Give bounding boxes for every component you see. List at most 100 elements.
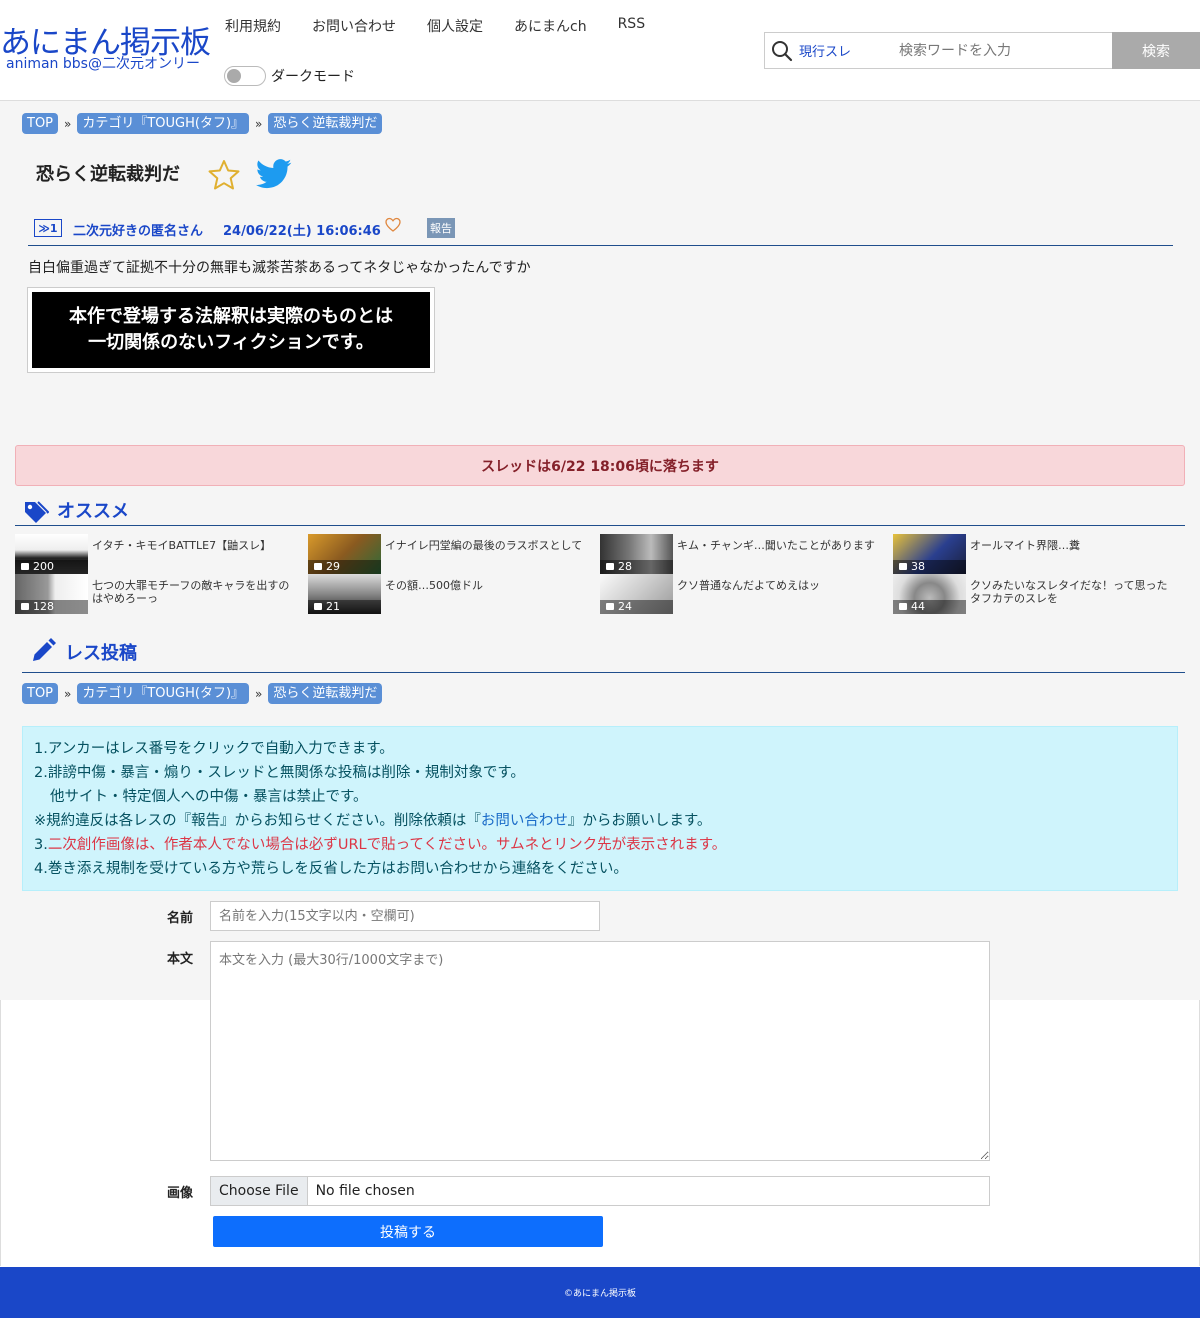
nav-contact[interactable]: お問い合わせ	[312, 16, 396, 36]
submit-button[interactable]: 投稿する	[213, 1216, 603, 1247]
dark-mode-label: ダークモード	[271, 69, 355, 85]
image-label: 画像	[167, 1186, 194, 1201]
favorite-star-icon[interactable]	[207, 159, 241, 195]
recommend-link[interactable]: その額…500億ドル	[385, 579, 590, 592]
post-image[interactable]: 本作で登場する法解釈は実際のものとは 一切関係のないフィクションです。	[27, 287, 435, 373]
recommend-thumbnail[interactable]: 24	[600, 574, 673, 614]
like-heart-icon[interactable]	[385, 217, 401, 237]
post-header: ≫1 二次元好きの匿名さん 24/06/22(土) 16:06:46 報告	[28, 216, 1173, 246]
reply-count: 29	[308, 560, 381, 574]
copyright: ©あにまん掲示板	[563, 1289, 636, 1299]
thread-title: 恐らく逆転裁判だ	[36, 164, 180, 185]
name-label: 名前	[167, 911, 194, 926]
recommend-item[interactable]: 21 その額…500億ドル	[308, 574, 593, 614]
post-image-text-2: 一切関係のないフィクションです。	[88, 332, 374, 353]
recommend-thumbnail[interactable]: 200	[15, 534, 88, 574]
search-input[interactable]	[899, 35, 1113, 66]
dark-mode-switch[interactable]	[224, 66, 266, 86]
body-textarea[interactable]	[210, 941, 990, 1161]
recommend-link[interactable]: オールマイト界隈…糞	[970, 539, 1175, 552]
rule-line: ※規約違反は各レスの『報告』からお知らせください。削除依頼は『お問い合わせ』から…	[34, 809, 1166, 833]
rule-warning: 二次創作画像は、作者本人でない場合は必ずURLで貼ってください。サムネとリンク先…	[47, 837, 727, 853]
logo-subtitle: animan bbs@二次元オンリー	[6, 56, 200, 72]
recommend-thumbnail[interactable]: 44	[893, 574, 966, 614]
recommend-link[interactable]: クソ普通なんだよてめえはッ	[677, 579, 882, 592]
nav-settings[interactable]: 個人設定	[427, 16, 483, 36]
search-button[interactable]: 検索	[1112, 32, 1200, 69]
recommend-link[interactable]: キム・チャンギ…聞いたことがあります	[677, 539, 882, 552]
rule-line: 2.誹謗中傷・暴言・煽り・スレッドと無関係な投稿は削除・規制対象です。	[34, 765, 525, 781]
post-image-content: 本作で登場する法解釈は実際のものとは 一切関係のないフィクションです。	[32, 292, 430, 368]
reply-count: 38	[893, 560, 966, 574]
rule-text: ※規約違反は各レスの『報告』からお知らせください。削除依頼は『	[34, 813, 481, 829]
reply-section-header: レス投稿	[22, 636, 1185, 673]
nav-terms[interactable]: 利用規約	[225, 16, 281, 36]
rule-line: 4.巻き添え規制を受けている方や荒らしを反省した方はお問い合わせから連絡をくださ…	[34, 861, 628, 877]
file-status: No file chosen	[315, 1183, 415, 1199]
search-scope-select[interactable]: 現行スレ	[799, 41, 899, 60]
name-field[interactable]	[210, 901, 600, 931]
twitter-share-icon[interactable]	[255, 159, 292, 193]
recommend-item[interactable]: 29 イナイレ円堂編の最後のラスボスとして	[308, 534, 593, 574]
recommend-item[interactable]: 24 クソ普通なんだよてめえはッ	[600, 574, 885, 614]
breadcrumb-category[interactable]: カテゴリ『TOUGH(タフ)』	[77, 683, 250, 704]
choose-file-button[interactable]: Choose File	[211, 1177, 308, 1205]
poster-name: 二次元好きの匿名さん	[73, 224, 204, 239]
breadcrumb-category[interactable]: カテゴリ『TOUGH(タフ)』	[77, 113, 250, 134]
image-file-input[interactable]: Choose File No file chosen	[210, 1176, 990, 1206]
recommend-link[interactable]: クソみたいなスレタイだな！って思ったタフカテのスレを	[970, 579, 1175, 605]
breadcrumb-thread[interactable]: 恐らく逆転裁判だ	[268, 113, 383, 134]
breadcrumb-separator: »	[64, 686, 72, 701]
recommend-item[interactable]: 28 キム・チャンギ…聞いたことがあります	[600, 534, 885, 574]
search-bar: 現行スレ 検索	[764, 32, 1200, 69]
posting-rules: 1.アンカーはレス番号をクリックで自動入力できます。 2.誹謗中傷・暴言・煽り・…	[22, 726, 1178, 891]
dark-mode-toggle[interactable]: ダークモード	[224, 66, 355, 86]
breadcrumb-separator: »	[255, 116, 263, 131]
recommend-item[interactable]: 128 七つの大罪モチーフの敵キャラを出すのはやめろーっ	[15, 574, 300, 614]
res-number[interactable]: ≫1	[34, 219, 62, 237]
recommend-title: オススメ	[57, 501, 129, 522]
reply-title: レス投稿	[65, 643, 137, 664]
breadcrumb-separator: »	[255, 686, 263, 701]
breadcrumb-separator: »	[64, 116, 72, 131]
reply-count: 128	[15, 600, 88, 614]
report-button[interactable]: 報告	[427, 218, 455, 238]
reply-count: 28	[600, 560, 673, 574]
breadcrumb-bottom: TOP » カテゴリ『TOUGH(タフ)』 » 恐らく逆転裁判だ	[22, 683, 383, 704]
reply-count: 21	[308, 600, 381, 614]
breadcrumb-thread[interactable]: 恐らく逆転裁判だ	[268, 683, 383, 704]
recommend-item[interactable]: 44 クソみたいなスレタイだな！って思ったタフカテのスレを	[893, 574, 1178, 614]
thread-expiry-alert: スレッドは6/22 18:06頃に落ちます	[15, 445, 1185, 486]
breadcrumb-top[interactable]: TOP	[22, 113, 59, 134]
recommend-item[interactable]: 38 オールマイト界隈…糞	[893, 534, 1178, 574]
logo-title[interactable]: あにまん掲示板	[0, 26, 211, 60]
reply-count: 44	[893, 600, 966, 614]
recommend-link[interactable]: イナイレ円堂編の最後のラスボスとして	[385, 539, 590, 552]
rule-line: 3.二次創作画像は、作者本人でない場合は必ずURLで貼ってください。サムネとリン…	[34, 833, 1166, 857]
site-header: あにまん掲示板 animan bbs@二次元オンリー 利用規約 お問い合わせ 個…	[0, 0, 1200, 100]
recommend-item[interactable]: 200 イタチ・キモイBATTLE7【鼬スレ】	[15, 534, 300, 574]
rule-line: 1.アンカーはレス番号をクリックで自動入力できます。	[34, 741, 394, 757]
rule-line: 他サイト・特定個人への中傷・暴言は禁止です。	[50, 789, 368, 805]
recommend-thumbnail[interactable]: 21	[308, 574, 381, 614]
recommend-thumbnail[interactable]: 38	[893, 534, 966, 574]
body-label: 本文	[167, 952, 194, 967]
nav-rss[interactable]: RSS	[618, 16, 646, 36]
breadcrumb: TOP » カテゴリ『TOUGH(タフ)』 » 恐らく逆転裁判だ	[22, 113, 383, 134]
recommend-link[interactable]: イタチ・キモイBATTLE7【鼬スレ】	[92, 539, 297, 552]
pencil-icon	[30, 638, 56, 668]
site-logo[interactable]: あにまん掲示板 animan bbs@二次元オンリー	[0, 26, 211, 72]
recommend-thumbnail[interactable]: 29	[308, 534, 381, 574]
rule-number: 3.	[34, 837, 48, 853]
post-date: 24/06/22(土) 16:06:46	[223, 224, 381, 239]
breadcrumb-top[interactable]: TOP	[22, 683, 59, 704]
recommend-link[interactable]: 七つの大罪モチーフの敵キャラを出すのはやめろーっ	[92, 579, 297, 605]
nav-animanch[interactable]: あにまんch	[514, 16, 587, 36]
reply-count: 200	[15, 560, 88, 574]
post-body: 自白偏重過ぎて証拠不十分の無罪も滅茶苦茶あるってネタじゃなかったんですか	[28, 260, 531, 276]
tag-icon	[23, 500, 50, 528]
recommend-thumbnail[interactable]: 28	[600, 534, 673, 574]
contact-link[interactable]: お問い合わせ	[481, 813, 568, 829]
recommend-thumbnail[interactable]: 128	[15, 574, 88, 614]
switch-knob	[227, 69, 241, 83]
